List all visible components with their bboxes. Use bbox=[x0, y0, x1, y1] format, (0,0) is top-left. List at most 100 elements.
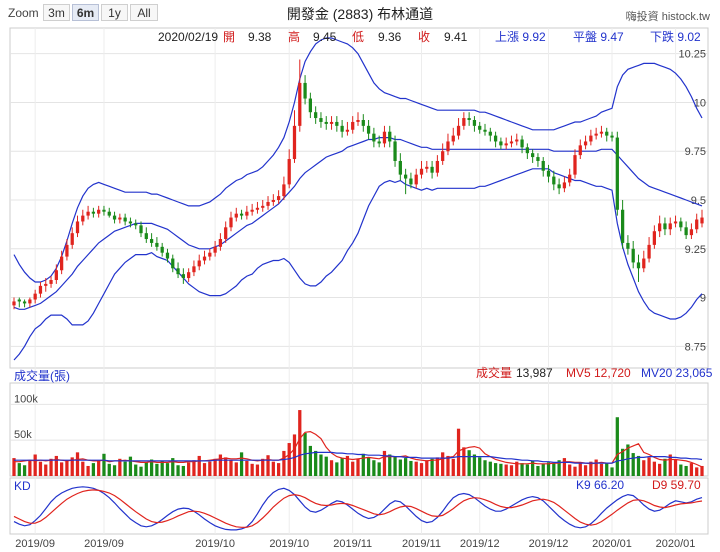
volume-bar bbox=[208, 461, 212, 476]
volume-bar bbox=[594, 459, 598, 476]
volume-bar bbox=[689, 463, 694, 476]
price-tick-label: 8.75 bbox=[685, 341, 706, 353]
volume-bar bbox=[266, 455, 270, 476]
candle-body bbox=[97, 209, 101, 214]
price-tick-label: 10.25 bbox=[678, 49, 706, 61]
candle-body bbox=[181, 274, 185, 279]
price-tick-label: 9.5 bbox=[691, 195, 706, 207]
price-tick-label: 9.25 bbox=[685, 244, 706, 256]
volume-bar bbox=[520, 463, 524, 476]
candle-body bbox=[123, 217, 127, 222]
volume-bar bbox=[181, 465, 185, 476]
candle-body bbox=[658, 223, 662, 232]
volume-bar bbox=[568, 464, 572, 476]
x-axis-labels: 2019/09 2019/09 2019/10 2019/10 2019/11 2019/… bbox=[15, 538, 695, 550]
candle-body bbox=[546, 170, 551, 177]
candle-body bbox=[695, 219, 699, 230]
candle-body bbox=[271, 200, 275, 202]
x-tick-label: 2019/09 bbox=[84, 538, 124, 550]
candle-body bbox=[689, 229, 694, 236]
volume-bar bbox=[65, 460, 69, 476]
candle-body bbox=[250, 209, 254, 212]
volume-bar bbox=[356, 458, 360, 476]
volume-bar bbox=[631, 453, 635, 476]
candle-body bbox=[393, 141, 397, 161]
candle-body bbox=[75, 221, 80, 234]
volume-bar bbox=[599, 463, 604, 476]
candle-body bbox=[499, 141, 503, 146]
candle-body bbox=[118, 217, 122, 220]
volume-bar bbox=[292, 434, 297, 476]
x-tick-label: 2019/10 bbox=[269, 538, 309, 550]
candle-body bbox=[589, 135, 593, 142]
candle-body bbox=[314, 112, 318, 119]
volume-bar bbox=[647, 457, 651, 476]
volume-axis-title: 成交量(張) bbox=[14, 368, 70, 383]
kd-title: KD bbox=[14, 479, 31, 493]
volume-bar bbox=[467, 450, 471, 476]
volume-bar bbox=[261, 458, 265, 476]
candle-body bbox=[160, 246, 164, 253]
candle-body bbox=[351, 121, 355, 130]
candle-body bbox=[493, 135, 498, 142]
candle-body bbox=[197, 260, 201, 267]
candle-body bbox=[356, 120, 360, 122]
volume-bar bbox=[276, 463, 281, 476]
info-close-label: 收 bbox=[418, 30, 430, 44]
candle-body bbox=[462, 118, 466, 126]
candle-body bbox=[70, 233, 74, 245]
info-open-label: 開 bbox=[223, 30, 235, 44]
volume-bar bbox=[673, 459, 678, 476]
candle-body bbox=[388, 131, 392, 142]
candle-body bbox=[578, 145, 582, 156]
candle-body bbox=[626, 242, 630, 249]
volume-bar bbox=[366, 457, 371, 476]
x-tick-label: 2019/12 bbox=[529, 538, 569, 550]
candle-body bbox=[652, 231, 656, 245]
mid-band-line bbox=[13, 137, 703, 310]
volume-bar bbox=[610, 467, 614, 476]
volume-bar bbox=[509, 465, 514, 476]
candle-body bbox=[187, 272, 191, 279]
volume-bar bbox=[255, 464, 260, 476]
volume-bar bbox=[86, 465, 90, 476]
candle-body bbox=[599, 131, 604, 134]
kd-k-value: K9 66.20 bbox=[576, 478, 624, 492]
volume-bar bbox=[340, 458, 344, 476]
candle-body bbox=[60, 256, 64, 271]
candle-body bbox=[176, 268, 180, 275]
x-tick-label: 2020/01 bbox=[592, 538, 632, 550]
candle-body bbox=[642, 258, 646, 269]
candle-body bbox=[49, 280, 53, 284]
candle-body bbox=[541, 160, 545, 171]
candle-body bbox=[636, 262, 641, 269]
candle-body bbox=[287, 159, 291, 185]
candle-body bbox=[81, 215, 85, 222]
price-axis-ticks: 8.7599.259.59.751010.25 bbox=[678, 49, 706, 354]
volume-bar bbox=[324, 456, 328, 476]
candle-body bbox=[425, 166, 429, 169]
volume-bar bbox=[187, 462, 191, 476]
volume-bar bbox=[81, 461, 85, 476]
candle-body bbox=[382, 131, 387, 144]
candle-body bbox=[298, 82, 302, 126]
volume-bar bbox=[552, 463, 556, 476]
candle-body bbox=[335, 121, 339, 126]
info-date: 2020/02/19 bbox=[158, 30, 218, 44]
volume-bar bbox=[493, 463, 498, 476]
volume-bar bbox=[329, 460, 334, 476]
volume-bar bbox=[414, 461, 418, 476]
candle-body bbox=[647, 244, 651, 259]
x-tick-label: 2019/11 bbox=[402, 538, 441, 550]
bollinger-bands bbox=[13, 37, 703, 361]
candle-body bbox=[366, 125, 371, 134]
candle-body bbox=[276, 196, 281, 200]
info-mid-band: 平盤 9.47 bbox=[573, 30, 624, 44]
volume-bar bbox=[139, 466, 143, 476]
candle-body bbox=[515, 139, 519, 142]
candle-body bbox=[552, 176, 556, 185]
volume-bar bbox=[377, 462, 381, 476]
candle-body bbox=[112, 215, 117, 220]
candle-body bbox=[229, 217, 233, 228]
volume-bar bbox=[123, 461, 127, 476]
